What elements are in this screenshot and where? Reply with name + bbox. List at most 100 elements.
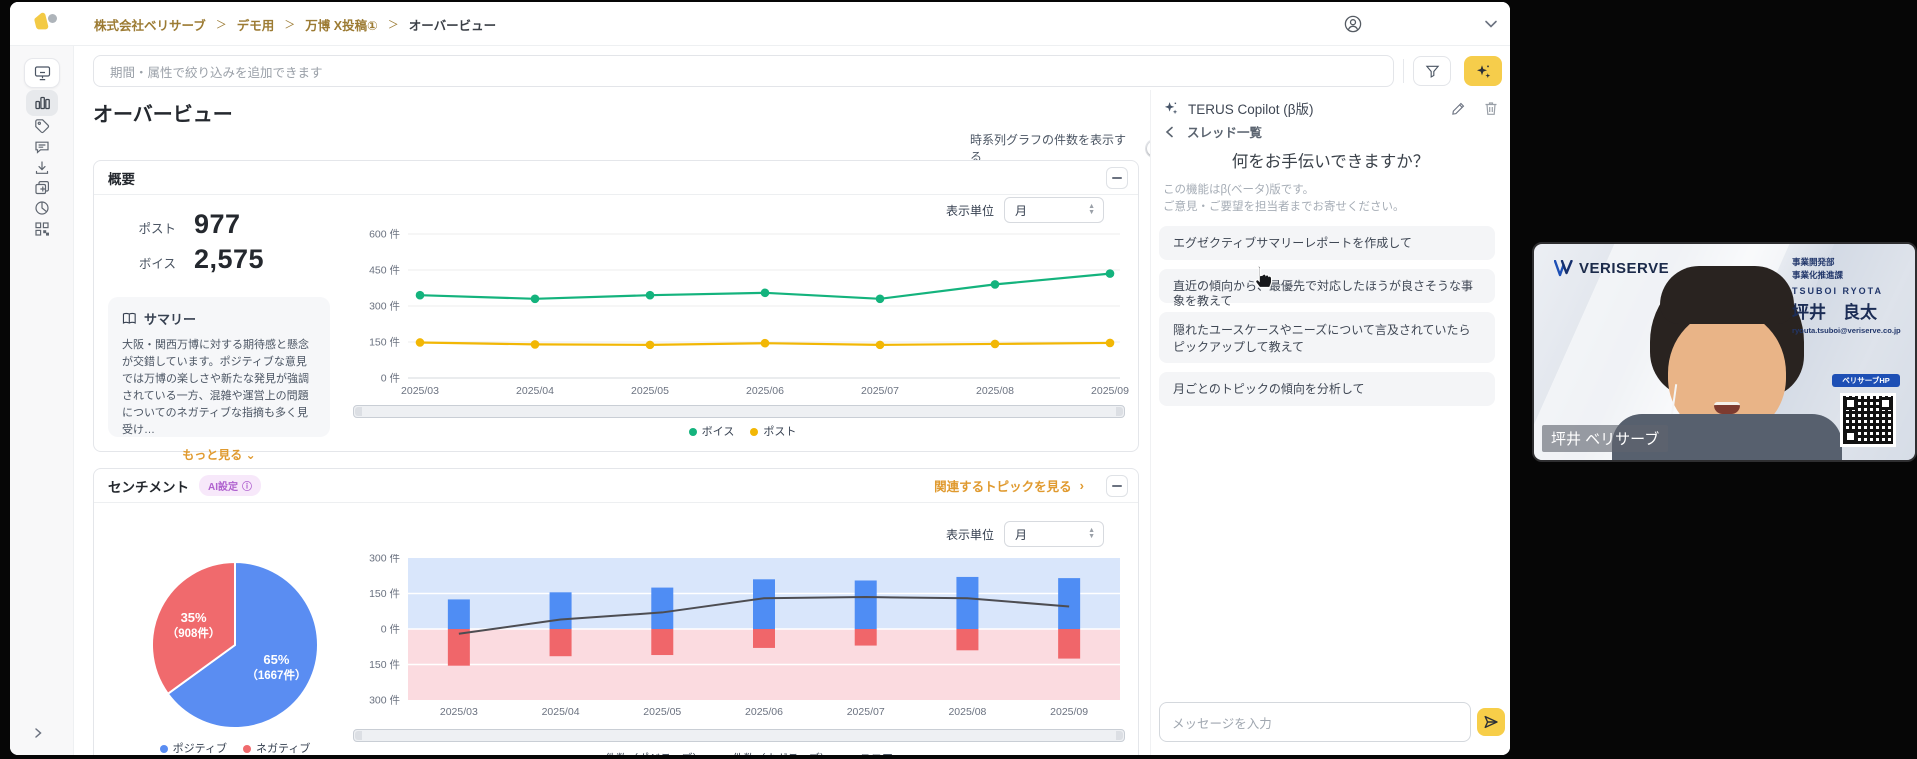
- thread-list-link[interactable]: スレッド一覧: [1165, 122, 1262, 141]
- sentiment-chart-scrollbar[interactable]: [353, 729, 1125, 742]
- legend-item: 件数（ポジティブ）: [592, 750, 703, 755]
- overview-collapse-button[interactable]: [1106, 166, 1128, 189]
- overview-card-header: 概要: [94, 161, 1138, 195]
- svg-text:65%: 65%: [263, 652, 289, 667]
- svg-text:300 件: 300 件: [369, 301, 400, 313]
- svg-text:2025/03: 2025/03: [440, 706, 478, 718]
- copilot-message-input[interactable]: メッセージを入力: [1159, 702, 1471, 742]
- svg-text:2025/06: 2025/06: [746, 385, 784, 397]
- book-icon: [122, 312, 136, 324]
- copilot-panel: TERUS Copilot (β版) スレッド一覧 何をお手伝いできますか？ こ…: [1150, 90, 1510, 755]
- sentiment-pie-chart: 65%（1667件） 35%（908件）: [151, 560, 319, 729]
- legend-item: 件数（ネガティブ）: [720, 750, 831, 755]
- svg-text:2025/03: 2025/03: [401, 385, 439, 397]
- svg-text:300 件: 300 件: [369, 695, 400, 707]
- info-icon: ⓘ: [242, 482, 252, 493]
- svg-text:（1667件）: （1667件）: [246, 668, 306, 682]
- legend-item: ポジティブ: [159, 740, 227, 755]
- overview-chart-scrollbar[interactable]: [353, 405, 1125, 418]
- speaker-caption: 坪井 ベリサーブ: [1542, 425, 1669, 452]
- stat-voices: ボイス 2,575: [130, 244, 264, 275]
- sidebar: [10, 46, 74, 755]
- edit-pencil-icon[interactable]: [1451, 101, 1466, 116]
- svg-text:150 件: 150 件: [369, 337, 400, 349]
- overview-trend-chart: 600 件 450 件 300 件 150 件 0 件2025/03 2025/04 202…: [369, 229, 1129, 398]
- sentiment-card-title: センチメント: [108, 479, 189, 495]
- stat-voices-label: ボイス: [138, 257, 176, 271]
- mouse-cursor-hand: [1255, 265, 1273, 289]
- breadcrumb-separator-icon: ＞: [387, 19, 399, 31]
- funnel-icon: [1425, 65, 1439, 78]
- svg-text:2025/05: 2025/05: [643, 706, 681, 718]
- svg-text:2025/04: 2025/04: [542, 706, 580, 718]
- veriserve-hp-badge: ベリサーブHP: [1832, 374, 1900, 387]
- breadcrumb-separator-icon: ＞: [284, 19, 296, 31]
- related-topics-link[interactable]: 関連するトピックを見る ›: [934, 476, 1084, 495]
- webcam-overlay: VERISERVE 事業開発部 事業化推進課 TSUBOI RYOTA 坪井 良…: [1532, 242, 1917, 462]
- summary-more-link[interactable]: もっと見る ⌄: [122, 446, 316, 463]
- suggestion-exec-summary[interactable]: エグゼクティブサマリーレポートを作成して: [1159, 226, 1495, 260]
- suggestion-monthly-topics[interactable]: 月ごとのトピックの傾向を分析して: [1159, 372, 1495, 406]
- sentiment-collapse-button[interactable]: [1106, 474, 1128, 497]
- filter-funnel-button[interactable]: [1413, 56, 1451, 86]
- presenter-name-jp: 坪井 良太: [1792, 302, 1877, 322]
- presenter-name-en: TSUBOI RYOTA: [1792, 285, 1883, 296]
- copilot-sparkle-button[interactable]: [1464, 56, 1502, 86]
- window-chevron-down-icon[interactable]: [1484, 19, 1498, 29]
- stat-posts: ポスト 977: [130, 209, 241, 240]
- svg-text:2025/08: 2025/08: [976, 385, 1014, 397]
- copilot-send-button[interactable]: [1477, 708, 1505, 736]
- suggestion-hidden-usecases[interactable]: 隠れたユースケースやニーズについて言及されていたらピックアップして教えて: [1159, 312, 1495, 363]
- summary-title: サマリー: [144, 312, 197, 327]
- select-chevrons-icon: ▲ ▼: [1088, 527, 1096, 540]
- svg-text:0 件: 0 件: [381, 373, 400, 385]
- unit-label: 表示単位: [946, 527, 995, 542]
- svg-text:2025/06: 2025/06: [745, 706, 783, 718]
- veriserve-logo: VERISERVE: [1554, 260, 1669, 277]
- legend-item: ポスト: [750, 423, 796, 439]
- summary-text: 大阪・関西万博に対する期待感と懸念が交錯しています。ポジティブな意見では万博の楽…: [122, 339, 309, 437]
- svg-text:2025/05: 2025/05: [631, 385, 669, 397]
- stat-posts-label: ポスト: [138, 222, 176, 236]
- breadcrumb-dataset[interactable]: 万博 X投稿①: [305, 15, 377, 34]
- filter-input[interactable]: 期間・属性で絞り込みを追加できます: [93, 55, 1394, 87]
- sidebar-expand-chevron-icon[interactable]: [22, 720, 54, 746]
- presenter-section: 事業化推進課: [1792, 269, 1844, 280]
- svg-text:35%: 35%: [181, 610, 207, 625]
- unit-select[interactable]: 月 ▲ ▼: [1004, 197, 1105, 223]
- svg-text:2025/04: 2025/04: [516, 385, 554, 397]
- breadcrumb-org[interactable]: 株式会社ベリサーブ: [94, 15, 206, 34]
- legend-item: ネガティブ: [243, 740, 310, 755]
- svg-text:150 件: 150 件: [369, 659, 400, 671]
- presenter-dept: 事業開発部: [1792, 257, 1835, 267]
- sentiment-chart-legend: 件数（ポジティブ） 件数（ネガティブ） スコア: [350, 750, 1135, 755]
- svg-text:2025/09: 2025/09: [1050, 706, 1088, 718]
- sentiment-pie-legend: ポジティブ ネガティブ: [115, 740, 355, 755]
- trash-icon[interactable]: [1484, 101, 1498, 116]
- chevron-right-icon: ›: [1079, 478, 1084, 493]
- user-avatar-icon[interactable]: [1344, 15, 1362, 33]
- svg-text:300 件: 300 件: [369, 554, 400, 565]
- copilot-heading: 何をお手伝いできますか？: [1231, 153, 1430, 171]
- unit-select[interactable]: 月 ▲ ▼: [1004, 521, 1105, 547]
- sentiment-bar-chart: 300 件 150 件 0 件 150 件 300 件 2025/03 2025/04 202…: [369, 554, 1120, 718]
- sidebar-item-apps-grid[interactable]: [26, 216, 58, 242]
- veriserve-mark-icon: [1554, 260, 1573, 277]
- overview-card-title: 概要: [108, 171, 135, 187]
- presenter-info: 事業開発部 事業化推進課 TSUBOI RYOTA 坪井 良太 ryouta.t…: [1792, 256, 1915, 335]
- breadcrumb: 株式会社ベリサーブ ＞ デモ用 ＞ 万博 X投稿① ＞ オーバービュー: [94, 2, 496, 46]
- ai-settings-badge[interactable]: AI設定 ⓘ: [199, 475, 261, 496]
- svg-text:2025/08: 2025/08: [948, 706, 986, 718]
- svg-text:0 件: 0 件: [381, 624, 400, 636]
- svg-text:600 件: 600 件: [369, 229, 400, 241]
- top-bar: 株式会社ベリサーブ ＞ デモ用 ＞ 万博 X投稿① ＞ オーバービュー: [10, 2, 1510, 46]
- breadcrumb-current: オーバービュー: [408, 18, 497, 33]
- copilot-title: TERUS Copilot (β版): [1188, 102, 1314, 117]
- app-logo-icon[interactable]: [32, 11, 60, 37]
- suggestion-recent-trends[interactable]: 直近の傾向から、最優先で対応したほうが良さそうな事象を教えて: [1159, 269, 1495, 308]
- select-chevrons-icon: ▲ ▼: [1088, 203, 1096, 216]
- sparkles-icon: [1476, 64, 1490, 78]
- breadcrumb-project[interactable]: デモ用: [237, 15, 275, 34]
- overview-chart-legend: ボイス ポスト: [350, 423, 1135, 439]
- sidebar-item-presentation[interactable]: [24, 58, 60, 88]
